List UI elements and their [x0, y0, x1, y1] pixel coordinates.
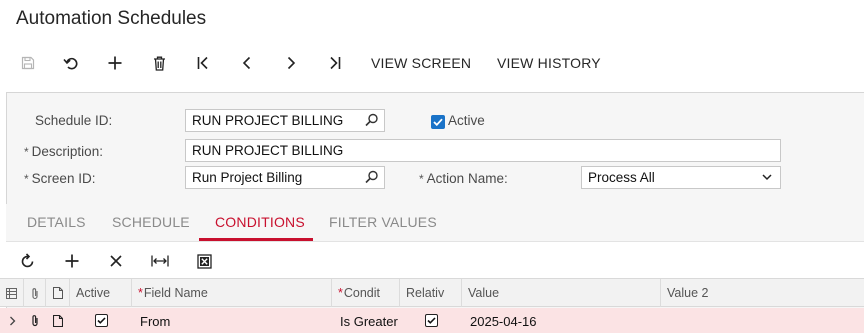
tab-details[interactable]: DETAILS [27, 204, 86, 241]
schedule-id-label: Schedule ID: [35, 113, 113, 128]
grid-toolbar [6, 241, 864, 278]
undo-button[interactable] [61, 48, 81, 78]
add-button[interactable] [105, 48, 125, 78]
column-header-value2[interactable]: Value 2 [661, 279, 864, 307]
view-history-button[interactable]: VIEW HISTORY [497, 48, 601, 78]
description-label: * Description: [24, 144, 103, 159]
description-field[interactable]: RUN PROJECT BILLING [185, 139, 781, 162]
row-attachment[interactable] [24, 308, 46, 333]
action-name-label: * Action Name: [419, 171, 508, 186]
first-record-button[interactable] [193, 48, 213, 78]
fit-columns-button[interactable] [149, 250, 171, 272]
required-marker: * [338, 286, 343, 300]
screen-id-label: * Screen ID: [24, 171, 96, 186]
tab-schedule[interactable]: SCHEDULE [112, 204, 190, 241]
row-field-name[interactable]: From [134, 308, 332, 333]
save-button[interactable] [18, 48, 38, 78]
delete-button[interactable] [149, 48, 169, 78]
row-settings-icon [6, 287, 17, 299]
prev-record-button[interactable] [237, 48, 257, 78]
table-row[interactable]: From Is Greater 2025-04-16 [0, 308, 864, 333]
required-marker: * [24, 145, 29, 159]
page-title: Automation Schedules [16, 8, 207, 29]
column-header-condition[interactable]: *Condit [332, 279, 400, 307]
attachment-header[interactable] [24, 279, 46, 307]
tab-conditions[interactable]: CONDITIONS [215, 204, 305, 241]
chevron-right-icon [9, 316, 15, 325]
last-record-button[interactable] [325, 48, 345, 78]
note-icon [52, 287, 63, 299]
screen-id-value: Run Project Billing [192, 170, 303, 185]
note-header[interactable] [46, 279, 70, 307]
checkmark-icon [96, 317, 106, 324]
next-record-button[interactable] [281, 48, 301, 78]
delete-icon [153, 56, 165, 71]
row-condition[interactable]: Is Greater [334, 308, 400, 333]
checkmark-icon [426, 317, 436, 324]
active-checkbox[interactable] [431, 115, 445, 129]
description-value: RUN PROJECT BILLING [192, 143, 344, 158]
row-value[interactable]: 2025-04-16 [464, 308, 661, 333]
search-icon[interactable] [365, 113, 379, 127]
action-name-select[interactable]: Process All [581, 166, 781, 189]
row-active-checkbox[interactable] [70, 308, 132, 333]
save-icon [21, 56, 35, 70]
grid-header: Active *Field Name *Condit Relativ Value… [0, 278, 864, 307]
delete-row-icon [110, 255, 122, 267]
view-screen-button[interactable]: VIEW SCREEN [371, 48, 471, 78]
column-header-relative[interactable]: Relativ [400, 279, 462, 307]
screen-id-field[interactable]: Run Project Billing [185, 166, 385, 189]
fit-columns-icon [151, 255, 169, 267]
action-name-value: Process All [588, 170, 655, 185]
export-excel-icon [196, 253, 212, 269]
refresh-button[interactable] [17, 250, 39, 272]
required-marker: * [24, 172, 29, 186]
add-icon [108, 56, 122, 70]
first-icon [197, 56, 208, 70]
active-label: Active [448, 113, 485, 128]
checkmark-icon [433, 118, 443, 126]
row-indicator[interactable] [0, 308, 24, 333]
column-header-field-name[interactable]: *Field Name [132, 279, 332, 307]
add-row-icon [65, 254, 79, 268]
schedule-id-field[interactable]: RUN PROJECT BILLING [185, 109, 385, 132]
column-header-active[interactable]: Active [70, 279, 132, 307]
chevron-down-icon [762, 174, 772, 181]
last-icon [330, 56, 341, 70]
next-icon [287, 56, 296, 70]
paperclip-icon [31, 287, 38, 299]
tab-bar: DETAILS SCHEDULE CONDITIONS FILTER VALUE… [6, 204, 864, 241]
row-note[interactable] [46, 308, 70, 333]
paperclip-icon [32, 315, 38, 327]
delete-row-button[interactable] [105, 250, 127, 272]
export-excel-button[interactable] [193, 250, 215, 272]
row-selector-header[interactable] [0, 279, 24, 307]
search-icon[interactable] [365, 170, 379, 184]
note-icon [53, 314, 63, 327]
required-marker: * [138, 286, 143, 300]
add-row-button[interactable] [61, 250, 83, 272]
schedule-id-value: RUN PROJECT BILLING [192, 113, 344, 128]
row-relative-checkbox[interactable] [400, 308, 462, 333]
prev-icon [242, 56, 251, 70]
main-toolbar: VIEW SCREEN VIEW HISTORY [0, 48, 864, 78]
tab-filter-values[interactable]: FILTER VALUES [329, 204, 437, 241]
row-value2[interactable] [663, 308, 864, 333]
refresh-icon [21, 253, 34, 268]
required-marker: * [419, 172, 424, 186]
undo-icon [63, 57, 78, 70]
column-header-value[interactable]: Value [462, 279, 661, 307]
